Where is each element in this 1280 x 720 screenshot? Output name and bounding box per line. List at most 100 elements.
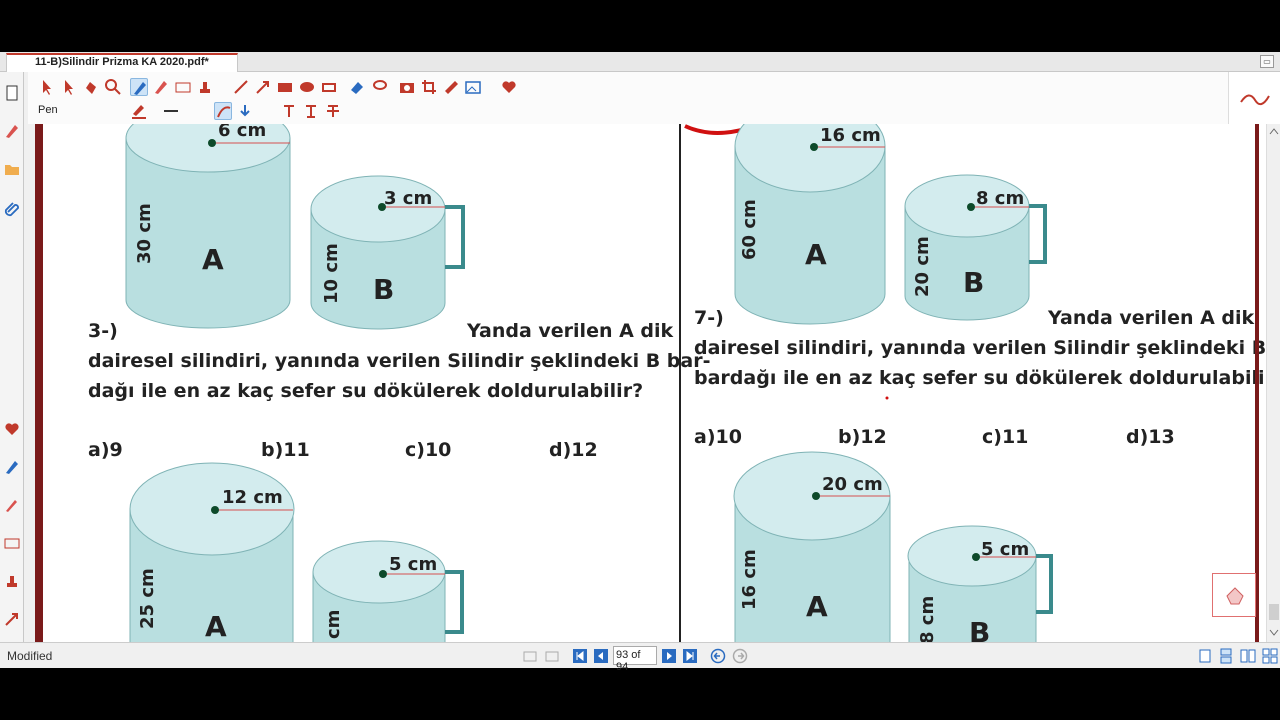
left-bottom-a-radius-label: 12 cm xyxy=(222,487,283,508)
hand-scroll-button[interactable] xyxy=(1212,573,1256,617)
facing-continuous-view-icon[interactable] xyxy=(1262,648,1278,664)
page-number-field[interactable]: 93 of 94 xyxy=(613,646,657,673)
line-tool-icon[interactable] xyxy=(232,78,250,96)
image-icon[interactable] xyxy=(464,78,482,96)
right-bottom-a-letter: A xyxy=(806,590,828,623)
left-question-line1: Yanda verilen A dik xyxy=(467,320,674,342)
continuous-view-icon[interactable] xyxy=(1218,648,1234,664)
page-left-edge xyxy=(35,124,43,642)
left-question-number: 3-) xyxy=(88,320,118,342)
edit-pencil-icon[interactable] xyxy=(3,496,21,514)
right-bottom-b-radius-label: 5 cm xyxy=(981,539,1029,560)
left-question-line3: dağı ile en az kaç sefer su dökülerek do… xyxy=(88,380,644,402)
pen-color-icon[interactable] xyxy=(130,102,148,120)
camera-icon[interactable] xyxy=(398,78,416,96)
text-field-icon[interactable] xyxy=(3,534,21,552)
hand-tool-icon[interactable] xyxy=(82,78,100,96)
annotation-pen-icon[interactable] xyxy=(3,122,21,140)
right-answer-b: b)12 xyxy=(838,426,887,448)
line-width-icon[interactable] xyxy=(162,102,180,120)
page-right-edge xyxy=(1255,124,1259,642)
right-answer-a: a)10 xyxy=(694,426,742,448)
stamp-icon[interactable] xyxy=(3,572,21,590)
strikethrough-icon[interactable] xyxy=(324,102,342,120)
left-answer-d: d)12 xyxy=(549,439,598,461)
left-answer-b: b)11 xyxy=(261,439,310,461)
measure-icon[interactable] xyxy=(320,78,338,96)
left-b-radius-label: 3 cm xyxy=(384,188,432,209)
toolbar-row-tools xyxy=(28,74,1228,100)
smooth-stroke-icon[interactable] xyxy=(214,102,232,120)
left-a-height-label: 30 cm xyxy=(134,203,155,264)
status-text: Modified xyxy=(7,649,53,663)
freehand-preview xyxy=(1228,72,1280,124)
right-bottom-a-height-label: 16 cm xyxy=(739,549,760,610)
favorite-tools-heart-icon[interactable] xyxy=(500,78,518,96)
font-style-icon[interactable] xyxy=(302,102,320,120)
right-question-line2: dairesel silindiri, yanında verilen Sili… xyxy=(694,337,1267,359)
restore-window-button[interactable]: ▭ xyxy=(1260,55,1274,68)
ellipse-icon[interactable] xyxy=(298,78,316,96)
left-b-height-label: 10 cm xyxy=(321,243,342,304)
go-back-icon[interactable] xyxy=(710,648,726,664)
right-answer-d: d)13 xyxy=(1126,426,1175,448)
pressure-icon[interactable] xyxy=(236,102,254,120)
select-arrow-icon[interactable] xyxy=(38,78,56,96)
zoom-icon[interactable] xyxy=(104,78,122,96)
previous-page-button[interactable] xyxy=(593,648,609,664)
right-question-line1: Yanda verilen A dik xyxy=(1048,307,1255,329)
crop-icon[interactable] xyxy=(420,78,438,96)
pen-tool-icon[interactable] xyxy=(130,78,148,96)
right-question-number: 7-) xyxy=(694,307,724,329)
annotation-toolbar: Pen xyxy=(28,72,1228,124)
right-bottom-a-radius-label: 20 cm xyxy=(822,474,883,495)
right-bottom-b-height-label: 8 cm xyxy=(917,596,938,642)
document-tab[interactable]: 11-B)Silindir Prizma KA 2020.pdf* xyxy=(6,53,238,72)
right-a-radius-label: 16 cm xyxy=(820,125,881,146)
highlighter-icon[interactable] xyxy=(152,78,170,96)
right-answer-c: c)11 xyxy=(982,426,1029,448)
freehand-stroke-icon xyxy=(1240,94,1270,106)
hand-icon xyxy=(1226,587,1244,605)
prev-view-icon[interactable] xyxy=(522,648,538,664)
right-b-letter: B xyxy=(963,266,984,299)
rectangle-icon[interactable] xyxy=(276,78,294,96)
attachment-icon[interactable] xyxy=(3,200,21,218)
pdf-viewer-window: 11-B)Silindir Prizma KA 2020.pdf* ▭ Pen … xyxy=(0,52,1280,673)
lasso-icon[interactable] xyxy=(370,78,388,96)
right-question-line3: bardağı ile en az kaç sefer su dökülerek… xyxy=(694,367,1267,389)
next-view-icon[interactable] xyxy=(544,648,560,664)
toolbar-row-properties: Pen xyxy=(28,98,1228,124)
left-bottom-a-height-label: 25 cm xyxy=(137,568,158,629)
right-a-height-label: 60 cm xyxy=(739,199,760,260)
next-page-button[interactable] xyxy=(661,648,677,664)
right-a-letter: A xyxy=(805,238,827,271)
current-tool-label: Pen xyxy=(38,104,58,116)
stamp-tool-icon[interactable] xyxy=(196,78,214,96)
eraser-icon[interactable] xyxy=(348,78,366,96)
facing-view-icon[interactable] xyxy=(1240,648,1256,664)
left-question-line2: dairesel silindiri, yanında verilen Sili… xyxy=(88,350,711,372)
select-text-icon[interactable] xyxy=(60,78,78,96)
vertical-scrollbar[interactable] xyxy=(1266,124,1280,642)
go-forward-icon[interactable] xyxy=(732,648,748,664)
single-page-view-icon[interactable] xyxy=(1197,648,1213,664)
left-answer-a: a)9 xyxy=(88,439,123,461)
tab-bar: 11-B)Silindir Prizma KA 2020.pdf* ▭ xyxy=(0,52,1280,72)
highlight-pen-icon[interactable] xyxy=(3,458,21,476)
arrow-tool-icon[interactable] xyxy=(3,610,21,628)
first-page-button[interactable] xyxy=(572,648,588,664)
right-b-height-label: 20 cm xyxy=(912,236,933,297)
right-bottom-b-letter: B xyxy=(969,616,990,642)
page-thumbnail-icon[interactable] xyxy=(3,84,21,102)
favorite-heart-icon[interactable] xyxy=(3,420,21,438)
left-b-letter: B xyxy=(373,273,394,306)
folder-icon[interactable] xyxy=(3,160,21,178)
text-box-icon[interactable] xyxy=(174,78,192,96)
ruler-icon[interactable] xyxy=(442,78,460,96)
document-canvas[interactable]: 6 cm 30 cm A 3 cm 10 cm B 12 cm 25 cm A … xyxy=(35,124,1267,642)
arrow-line-icon[interactable] xyxy=(254,78,272,96)
font-icon[interactable] xyxy=(280,102,298,120)
left-bottom-b-radius-label: 5 cm xyxy=(389,554,437,575)
last-page-button[interactable] xyxy=(682,648,698,664)
